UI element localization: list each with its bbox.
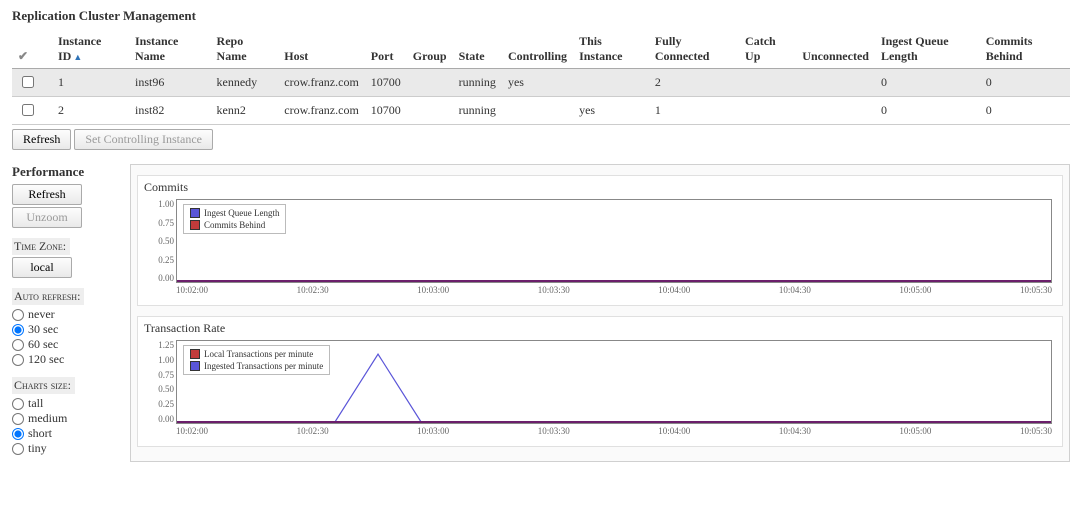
charts-size-label: Charts size: — [12, 377, 75, 394]
cell-unconnected — [796, 97, 875, 125]
size-short-label: short — [28, 426, 52, 441]
cell-group — [407, 97, 453, 125]
set-controlling-button[interactable]: Set Controlling Instance — [74, 129, 213, 150]
col-instance-name[interactable]: Instance Name — [129, 30, 211, 69]
transaction-y-axis: 1.251.000.750.500.250.00 — [144, 340, 178, 424]
cell-iql: 0 — [875, 69, 980, 97]
cell-repo-name: kenn2 — [211, 97, 279, 125]
page-title: Replication Cluster Management — [12, 8, 1070, 24]
col-group[interactable]: Group — [407, 30, 453, 69]
size-tiny-label: tiny — [28, 441, 47, 456]
col-fully-connected[interactable]: Fully Connected — [649, 30, 739, 69]
size-medium-label: medium — [28, 411, 67, 426]
cell-commits-behind: 0 — [980, 97, 1070, 125]
sort-asc-icon: ▲ — [73, 52, 82, 62]
cell-this-instance: yes — [573, 97, 649, 125]
commits-plot[interactable]: Ingest Queue Length Commits Behind — [176, 199, 1052, 283]
swatch-icon — [190, 220, 200, 230]
cell-instance-name: inst82 — [129, 97, 211, 125]
size-tall-label: tall — [28, 396, 43, 411]
cell-iql: 0 — [875, 97, 980, 125]
col-ingest-queue-length[interactable]: Ingest Queue Length — [875, 30, 980, 69]
transaction-rate-chart: Transaction Rate 1.251.000.750.500.250.0… — [137, 316, 1063, 447]
instances-table: ✔ Instance ID▲ Instance Name Repo Name H… — [12, 30, 1070, 125]
col-controlling[interactable]: Controlling — [502, 30, 573, 69]
commits-baseline — [177, 280, 1051, 282]
auto-refresh-label: Auto refresh: — [12, 288, 84, 305]
auto-refresh-30-radio[interactable] — [12, 324, 24, 336]
commits-chart-title: Commits — [144, 180, 1056, 195]
col-instance-id[interactable]: Instance ID▲ — [52, 30, 129, 69]
col-commits-behind[interactable]: Commits Behind — [980, 30, 1070, 69]
cell-host: crow.franz.com — [278, 97, 365, 125]
commits-chart: Commits 1.000.750.500.250.00 Ingest Queu… — [137, 175, 1063, 306]
cell-port: 10700 — [365, 69, 407, 97]
table-row[interactable]: 1 inst96 kennedy crow.franz.com 10700 ru… — [12, 69, 1070, 97]
col-catch-up[interactable]: Catch Up — [739, 30, 796, 69]
commits-legend: Ingest Queue Length Commits Behind — [183, 204, 286, 234]
cell-controlling — [502, 97, 573, 125]
size-tiny-radio[interactable] — [12, 443, 24, 455]
checkmark-icon: ✔ — [18, 49, 28, 63]
cell-state: running — [453, 97, 502, 125]
auto-refresh-30-label: 30 sec — [28, 322, 58, 337]
transaction-x-axis: 10:02:0010:02:3010:03:0010:03:3010:04:00… — [176, 426, 1052, 440]
commits-y-axis: 1.000.750.500.250.00 — [144, 199, 178, 283]
row-checkbox[interactable] — [22, 104, 34, 116]
col-port[interactable]: Port — [365, 30, 407, 69]
swatch-icon — [190, 208, 200, 218]
cell-port: 10700 — [365, 97, 407, 125]
col-repo-name[interactable]: Repo Name — [211, 30, 279, 69]
cell-state: running — [453, 69, 502, 97]
table-row[interactable]: 2 inst82 kenn2 crow.franz.com 10700 runn… — [12, 97, 1070, 125]
size-tall-radio[interactable] — [12, 398, 24, 410]
refresh-button[interactable]: Refresh — [12, 129, 71, 150]
cell-fully-connected: 1 — [649, 97, 739, 125]
auto-refresh-never-label: never — [28, 307, 55, 322]
cell-catch-up — [739, 69, 796, 97]
col-state[interactable]: State — [453, 30, 502, 69]
cell-repo-name: kennedy — [211, 69, 279, 97]
unzoom-button[interactable]: Unzoom — [12, 207, 82, 228]
transaction-rate-chart-title: Transaction Rate — [144, 321, 1056, 336]
performance-heading: Performance — [12, 164, 112, 180]
size-short-radio[interactable] — [12, 428, 24, 440]
commits-x-axis: 10:02:0010:02:3010:03:0010:03:3010:04:00… — [176, 285, 1052, 299]
cell-catch-up — [739, 97, 796, 125]
col-unconnected[interactable]: Unconnected — [796, 30, 875, 69]
auto-refresh-120-label: 120 sec — [28, 352, 64, 367]
cell-instance-id: 2 — [52, 97, 129, 125]
cell-instance-id: 1 — [52, 69, 129, 97]
row-checkbox[interactable] — [22, 76, 34, 88]
transaction-plot[interactable]: Local Transactions per minute Ingested T… — [176, 340, 1052, 424]
col-this-instance[interactable]: This Instance — [573, 30, 649, 69]
auto-refresh-120-radio[interactable] — [12, 354, 24, 366]
auto-refresh-never-radio[interactable] — [12, 309, 24, 321]
cell-group — [407, 69, 453, 97]
cell-this-instance — [573, 69, 649, 97]
cell-fully-connected: 2 — [649, 69, 739, 97]
perf-refresh-button[interactable]: Refresh — [12, 184, 82, 205]
transaction-baseline — [177, 421, 1051, 423]
cell-commits-behind: 0 — [980, 69, 1070, 97]
cell-controlling: yes — [502, 69, 573, 97]
size-medium-radio[interactable] — [12, 413, 24, 425]
timezone-button[interactable]: local — [12, 257, 72, 278]
timezone-label: Time Zone: — [12, 238, 70, 255]
cell-host: crow.franz.com — [278, 69, 365, 97]
auto-refresh-60-label: 60 sec — [28, 337, 58, 352]
cell-unconnected — [796, 69, 875, 97]
auto-refresh-60-radio[interactable] — [12, 339, 24, 351]
col-host[interactable]: Host — [278, 30, 365, 69]
cell-instance-name: inst96 — [129, 69, 211, 97]
transaction-line — [177, 341, 1051, 423]
